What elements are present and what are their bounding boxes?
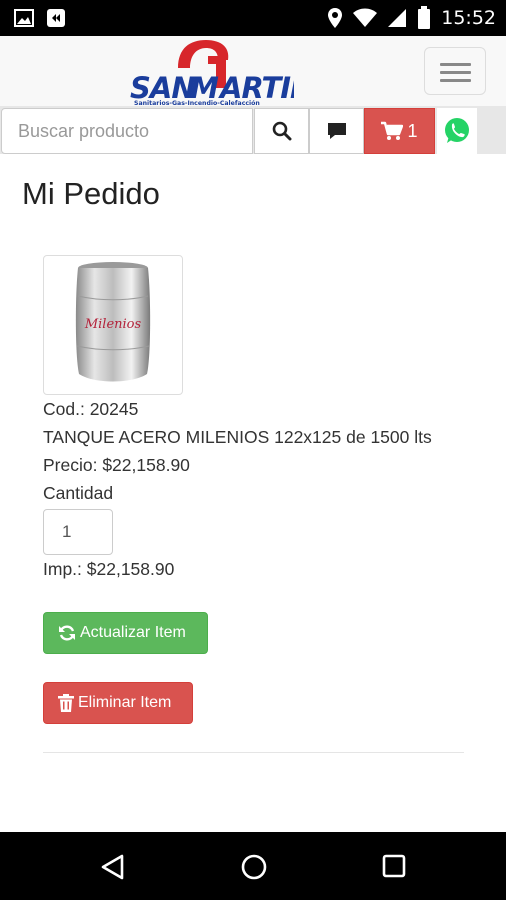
recent-apps-icon[interactable] bbox=[382, 854, 406, 878]
search-bar: 1 bbox=[0, 106, 506, 154]
search-input[interactable] bbox=[1, 108, 253, 154]
shopping-cart-icon bbox=[381, 121, 404, 140]
comment-icon bbox=[327, 123, 346, 139]
battery-icon bbox=[418, 6, 431, 29]
item-amount: Imp.: $22,158.90 bbox=[43, 559, 175, 579]
quantity-input[interactable] bbox=[43, 509, 113, 555]
wifi-icon bbox=[353, 8, 378, 27]
system-nav-bar bbox=[0, 832, 506, 900]
item-code: Cod.: 20245 bbox=[43, 399, 139, 419]
hamburger-line bbox=[440, 79, 471, 82]
search-button[interactable] bbox=[254, 108, 309, 154]
delete-item-button[interactable]: Eliminar Item bbox=[43, 682, 193, 724]
signal-icon bbox=[388, 9, 407, 27]
update-item-label: Actualizar Item bbox=[80, 624, 186, 641]
menu-toggle-button[interactable] bbox=[424, 47, 486, 95]
status-bar: 15:52 bbox=[0, 0, 506, 36]
product-thumbnail[interactable]: Milenios bbox=[43, 255, 183, 395]
item-name: TANQUE ACERO MILENIOS 122x125 de 1500 lt… bbox=[43, 427, 432, 447]
svg-text:Sanitarios-Gas-Incendio-Calefa: Sanitarios-Gas-Incendio-Calefacción bbox=[134, 99, 260, 106]
status-time: 15:52 bbox=[441, 7, 496, 29]
site-header: SAN M ARTIN Sanitarios-Gas-Incendio-Cale… bbox=[0, 36, 506, 107]
trash-icon bbox=[58, 694, 74, 712]
update-item-button[interactable]: Actualizar Item bbox=[43, 612, 208, 654]
brand-logo[interactable]: SAN M ARTIN Sanitarios-Gas-Incendio-Cale… bbox=[128, 38, 315, 107]
refresh-icon bbox=[59, 625, 75, 641]
quantity-label: Cantidad bbox=[43, 483, 114, 503]
whatsapp-icon bbox=[445, 118, 469, 143]
image-notification-icon bbox=[14, 9, 34, 27]
item-price: Precio: $22,158.90 bbox=[43, 455, 190, 475]
cart-button[interactable]: 1 bbox=[364, 108, 435, 154]
page-title: Mi Pedido bbox=[22, 176, 160, 211]
cart-count: 1 bbox=[407, 120, 418, 141]
hamburger-line bbox=[440, 71, 471, 74]
back-icon[interactable] bbox=[100, 854, 126, 880]
hamburger-line bbox=[440, 63, 471, 66]
delete-item-label: Eliminar Item bbox=[78, 694, 172, 711]
tank-brand-label: Milenios bbox=[84, 317, 142, 332]
location-icon bbox=[328, 8, 343, 28]
home-icon[interactable] bbox=[240, 853, 268, 881]
app-notification-icon bbox=[47, 9, 65, 27]
messages-button[interactable] bbox=[309, 108, 364, 154]
search-icon bbox=[272, 121, 291, 141]
whatsapp-button[interactable] bbox=[437, 108, 477, 154]
divider bbox=[43, 752, 464, 753]
